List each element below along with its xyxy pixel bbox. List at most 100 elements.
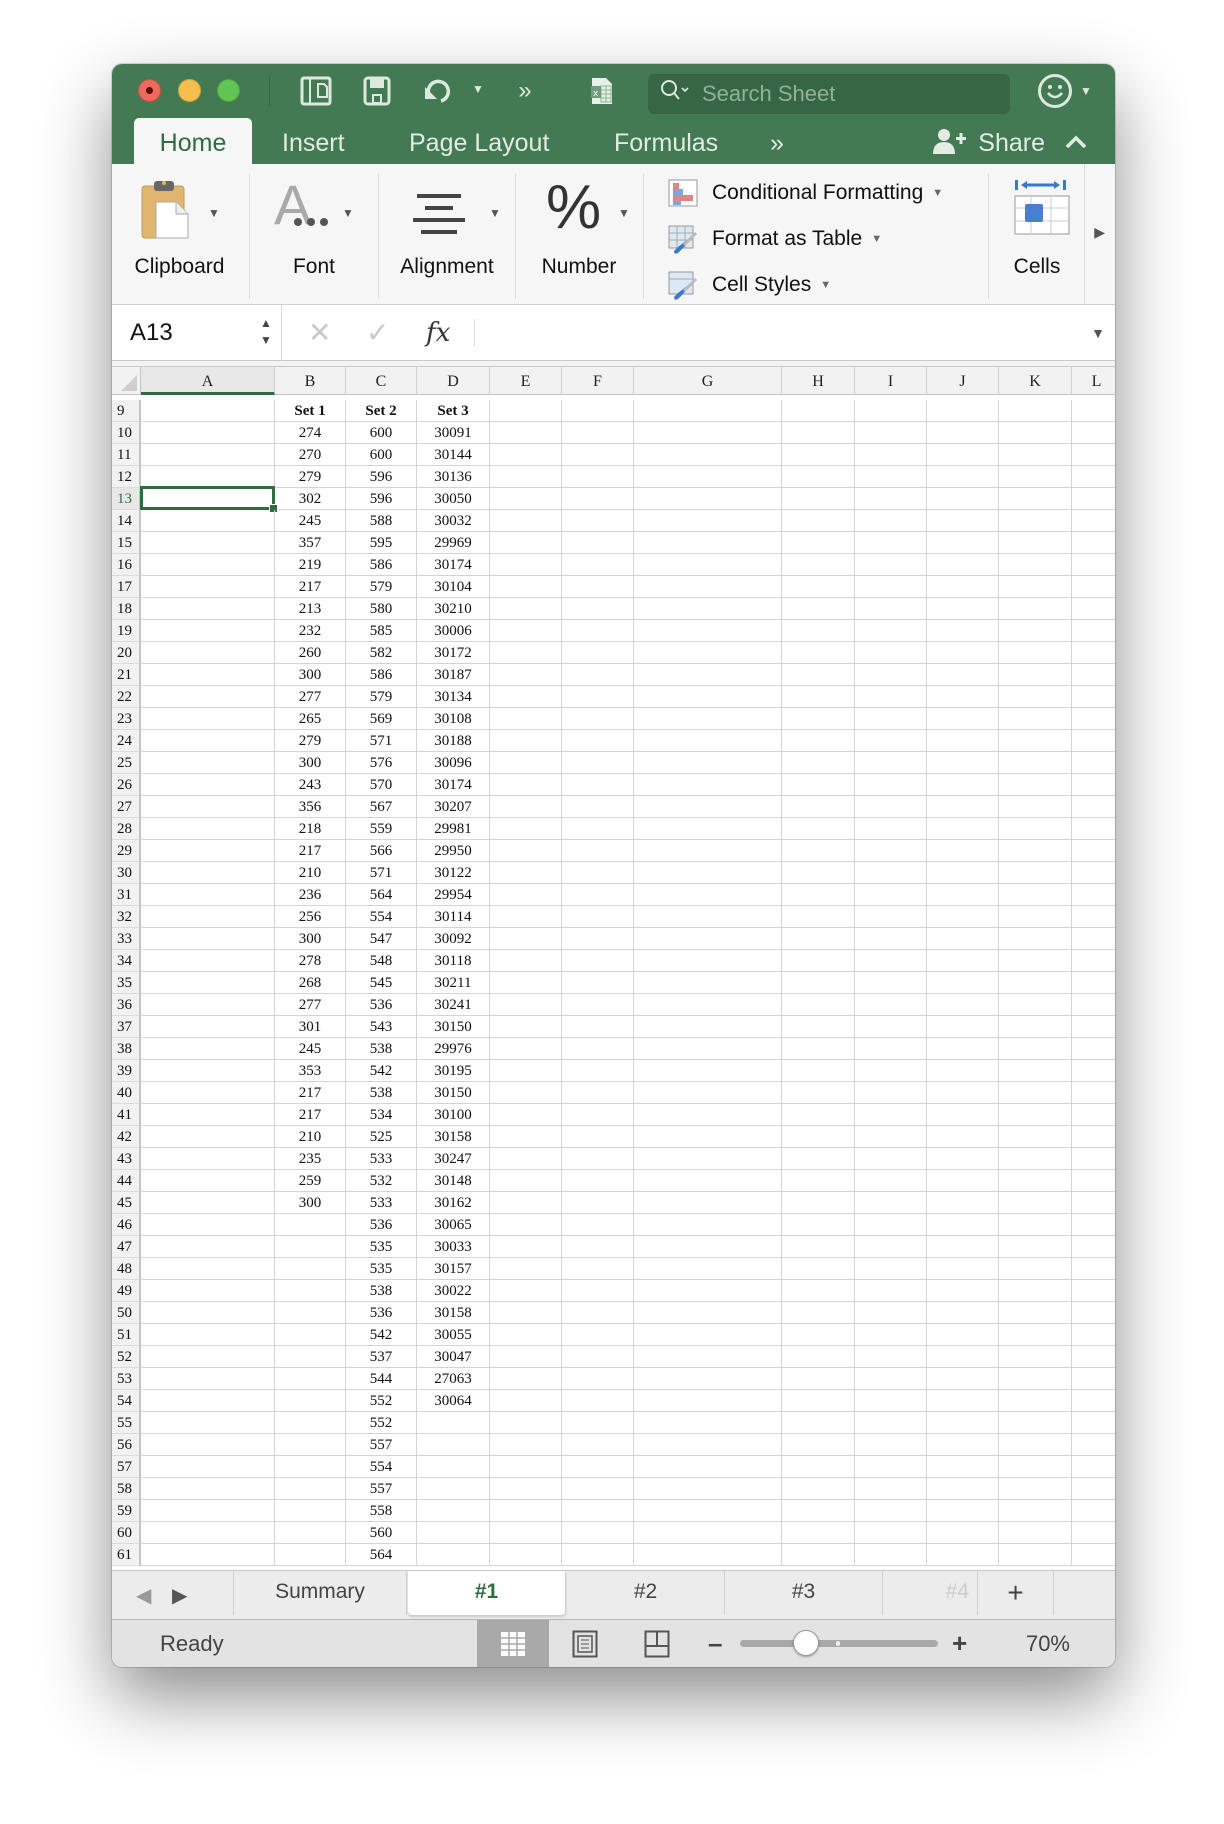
cell-e19[interactable] <box>490 620 562 642</box>
cell-c12[interactable]: 596 <box>346 466 417 488</box>
cell-f24[interactable] <box>562 730 634 752</box>
cell-l12[interactable] <box>1072 466 1115 488</box>
cell-i18[interactable] <box>855 598 927 620</box>
row-header[interactable]: 45 <box>112 1192 141 1214</box>
cell-i41[interactable] <box>855 1104 927 1126</box>
cell-a24[interactable] <box>141 730 275 752</box>
cell-h35[interactable] <box>782 972 855 994</box>
cell-d11[interactable]: 30144 <box>417 444 490 466</box>
cell-l13[interactable] <box>1072 488 1115 510</box>
cell-h42[interactable] <box>782 1126 855 1148</box>
cell-l40[interactable] <box>1072 1082 1115 1104</box>
cell-h19[interactable] <box>782 620 855 642</box>
cell-e18[interactable] <box>490 598 562 620</box>
cell-e46[interactable] <box>490 1214 562 1236</box>
cell-j23[interactable] <box>927 708 999 730</box>
cell-c41[interactable]: 534 <box>346 1104 417 1126</box>
conditional-formatting-button[interactable]: Conditional Formatting ▼ <box>668 176 943 210</box>
row-header[interactable]: 57 <box>112 1456 141 1478</box>
cell-b50[interactable] <box>275 1302 346 1324</box>
cell-g17[interactable] <box>634 576 782 598</box>
cell-b40[interactable]: 217 <box>275 1082 346 1104</box>
cell-a11[interactable] <box>141 444 275 466</box>
cell-j56[interactable] <box>927 1434 999 1456</box>
cell-a31[interactable] <box>141 884 275 906</box>
cell-l25[interactable] <box>1072 752 1115 774</box>
cell-h18[interactable] <box>782 598 855 620</box>
cell-d52[interactable]: 30047 <box>417 1346 490 1368</box>
cell-k27[interactable] <box>999 796 1072 818</box>
cell-g32[interactable] <box>634 906 782 928</box>
cell-f21[interactable] <box>562 664 634 686</box>
cell-e34[interactable] <box>490 950 562 972</box>
cell-d33[interactable]: 30092 <box>417 928 490 950</box>
column-header-g[interactable]: G <box>634 367 782 395</box>
cell-a60[interactable] <box>141 1522 275 1544</box>
cell-i10[interactable] <box>855 422 927 444</box>
cell-e59[interactable] <box>490 1500 562 1522</box>
cell-i11[interactable] <box>855 444 927 466</box>
cell-g25[interactable] <box>634 752 782 774</box>
cell-j51[interactable] <box>927 1324 999 1346</box>
row-header[interactable]: 61 <box>112 1544 141 1566</box>
row-header[interactable]: 38 <box>112 1038 141 1060</box>
cell-f20[interactable] <box>562 642 634 664</box>
cancel-icon[interactable]: ✕ <box>308 305 331 361</box>
cell-d9[interactable]: Set 3 <box>417 400 490 422</box>
cell-b52[interactable] <box>275 1346 346 1368</box>
cell-d24[interactable]: 30188 <box>417 730 490 752</box>
cell-h32[interactable] <box>782 906 855 928</box>
cell-b29[interactable]: 217 <box>275 840 346 862</box>
cell-b19[interactable]: 232 <box>275 620 346 642</box>
format-as-table-button[interactable]: Format as Table ▼ <box>668 222 882 256</box>
cell-a50[interactable] <box>141 1302 275 1324</box>
cell-l26[interactable] <box>1072 774 1115 796</box>
cell-l47[interactable] <box>1072 1236 1115 1258</box>
cell-f25[interactable] <box>562 752 634 774</box>
cell-d40[interactable]: 30150 <box>417 1082 490 1104</box>
cell-e39[interactable] <box>490 1060 562 1082</box>
cell-l16[interactable] <box>1072 554 1115 576</box>
cell-c25[interactable]: 576 <box>346 752 417 774</box>
cell-g59[interactable] <box>634 1500 782 1522</box>
row-header[interactable]: 36 <box>112 994 141 1016</box>
column-header-h[interactable]: H <box>782 367 855 395</box>
cell-j17[interactable] <box>927 576 999 598</box>
sidebar-icon[interactable] <box>299 74 333 108</box>
cell-c11[interactable]: 600 <box>346 444 417 466</box>
cell-j60[interactable] <box>927 1522 999 1544</box>
expand-formula-bar-icon[interactable]: ▼ <box>1091 305 1105 361</box>
cell-a13[interactable] <box>141 488 275 510</box>
cell-a49[interactable] <box>141 1280 275 1302</box>
row-header[interactable]: 19 <box>112 620 141 642</box>
cell-d29[interactable]: 29950 <box>417 840 490 862</box>
cell-l34[interactable] <box>1072 950 1115 972</box>
cell-h57[interactable] <box>782 1456 855 1478</box>
cell-e20[interactable] <box>490 642 562 664</box>
cell-g26[interactable] <box>634 774 782 796</box>
cell-j48[interactable] <box>927 1258 999 1280</box>
cell-a34[interactable] <box>141 950 275 972</box>
cell-i39[interactable] <box>855 1060 927 1082</box>
cell-k40[interactable] <box>999 1082 1072 1104</box>
cell-c61[interactable]: 564 <box>346 1544 417 1566</box>
cell-c58[interactable]: 557 <box>346 1478 417 1500</box>
cell-g31[interactable] <box>634 884 782 906</box>
cell-h11[interactable] <box>782 444 855 466</box>
row-header[interactable]: 43 <box>112 1148 141 1170</box>
cell-k35[interactable] <box>999 972 1072 994</box>
cell-i23[interactable] <box>855 708 927 730</box>
cell-e38[interactable] <box>490 1038 562 1060</box>
cell-e60[interactable] <box>490 1522 562 1544</box>
cell-h46[interactable] <box>782 1214 855 1236</box>
cell-h41[interactable] <box>782 1104 855 1126</box>
cell-h30[interactable] <box>782 862 855 884</box>
cell-a38[interactable] <box>141 1038 275 1060</box>
cell-k44[interactable] <box>999 1170 1072 1192</box>
cell-b44[interactable]: 259 <box>275 1170 346 1192</box>
row-header[interactable]: 51 <box>112 1324 141 1346</box>
cell-f57[interactable] <box>562 1456 634 1478</box>
cell-h26[interactable] <box>782 774 855 796</box>
row-header[interactable]: 9 <box>112 400 141 422</box>
cell-d30[interactable]: 30122 <box>417 862 490 884</box>
